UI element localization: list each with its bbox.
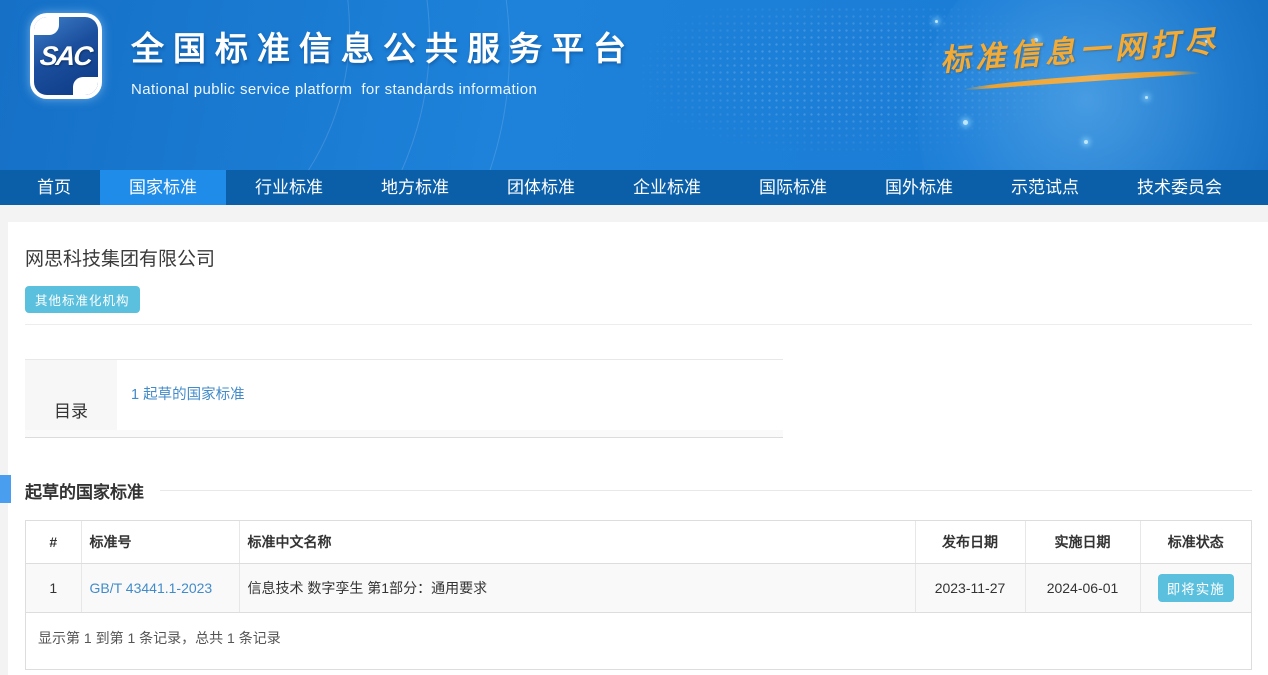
cell-standard-no: GB/T 43441.1-2023 (81, 564, 239, 613)
toc-link-drafted-national-standards[interactable]: 1 起草的国家标准 (131, 387, 245, 403)
site-title-block: 全国标准信息公共服务平台 National public service pla… (131, 22, 635, 98)
nav-item-national-standards[interactable]: 国家标准 (100, 170, 226, 205)
standards-table-container: # 标准号 标准中文名称 发布日期 实施日期 标准状态 1 GB/T 43441… (25, 520, 1252, 670)
nav-item-local-standards[interactable]: 地方标准 (352, 170, 478, 205)
standards-table: # 标准号 标准中文名称 发布日期 实施日期 标准状态 1 GB/T 43441… (26, 521, 1251, 613)
nav-item-home[interactable]: 首页 (8, 170, 100, 205)
column-header-chinese-name: 标准中文名称 (239, 521, 915, 564)
column-header-implement-date: 实施日期 (1025, 521, 1140, 564)
status-badge: 即将实施 (1158, 574, 1234, 602)
cell-chinese-name: 信息技术 数字孪生 第1部分：通用要求 (239, 564, 915, 613)
table-header-row: # 标准号 标准中文名称 发布日期 实施日期 标准状态 (26, 521, 1251, 564)
page: SAC 全国标准信息公共服务平台 National public service… (0, 0, 1268, 675)
section-header: 起草的国家标准 (25, 478, 1252, 503)
nav-item-pilot-demonstration[interactable]: 示范试点 (982, 170, 1108, 205)
header-banner: SAC 全国标准信息公共服务平台 National public service… (0, 0, 1268, 170)
divider (25, 324, 1252, 325)
site-title: 全国标准信息公共服务平台 (131, 22, 635, 70)
cell-publish-date: 2023-11-27 (915, 564, 1025, 613)
toc-label: 目录 (25, 360, 117, 437)
nav-item-enterprise-standards[interactable]: 企业标准 (604, 170, 730, 205)
cell-index: 1 (26, 564, 81, 613)
organization-type-badge: 其他标准化机构 (25, 286, 140, 313)
content-card: 网思科技集团有限公司 其他标准化机构 目录 1 起草的国家标准 起草的国家标准 … (8, 222, 1268, 675)
nav-item-technical-committees[interactable]: 技术委员会 (1108, 170, 1251, 205)
section-rule (160, 490, 1252, 491)
table-row: 1 GB/T 43441.1-2023 信息技术 数字孪生 第1部分：通用要求 … (26, 564, 1251, 613)
toc-panel: 目录 1 起草的国家标准 (25, 359, 783, 438)
table-record-summary: 显示第 1 到第 1 条记录，总共 1 条记录 (26, 613, 1251, 669)
sac-logo[interactable]: SAC (30, 13, 102, 99)
spark-decoration (1084, 140, 1088, 144)
spark-decoration (1145, 96, 1148, 99)
toc-body: 1 起草的国家标准 (117, 360, 783, 437)
sac-logo-emblem: SAC (34, 17, 98, 95)
column-header-standard-no: 标准号 (81, 521, 239, 564)
section-title: 起草的国家标准 (25, 478, 144, 503)
standard-number-link[interactable]: GB/T 43441.1-2023 (90, 580, 213, 596)
cell-status: 即将实施 (1140, 564, 1251, 613)
cell-implement-date: 2024-06-01 (1025, 564, 1140, 613)
spark-decoration (963, 120, 968, 125)
section-accent-bar (0, 475, 11, 503)
column-header-publish-date: 发布日期 (915, 521, 1025, 564)
nav-item-industry-standards[interactable]: 行业标准 (226, 170, 352, 205)
main-nav: 首页 国家标准 行业标准 地方标准 团体标准 企业标准 国际标准 国外标准 示范… (0, 170, 1268, 205)
nav-item-foreign-standards[interactable]: 国外标准 (856, 170, 982, 205)
sac-logo-text: SAC (39, 41, 93, 72)
spark-decoration (935, 20, 938, 23)
site-subtitle: National public service platform for sta… (131, 81, 635, 98)
nav-item-group-standards[interactable]: 团体标准 (478, 170, 604, 205)
column-header-index: # (26, 521, 81, 564)
column-header-status: 标准状态 (1140, 521, 1251, 564)
nav-item-international-standards[interactable]: 国际标准 (730, 170, 856, 205)
organization-name: 网思科技集团有限公司 (25, 244, 1252, 271)
